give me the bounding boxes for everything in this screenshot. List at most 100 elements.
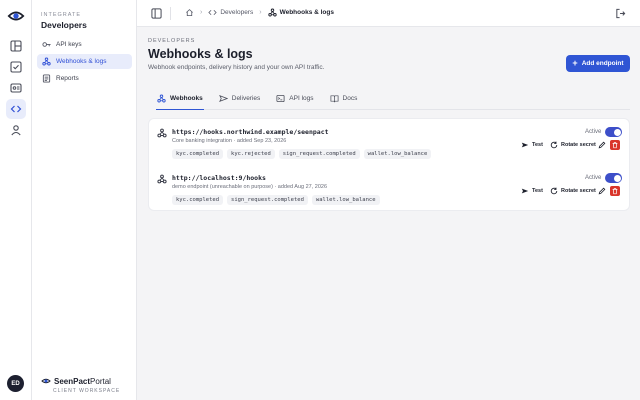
webhook-meta: demo endpoint (unreachable on purpose) ·… [172, 184, 328, 190]
delete-button[interactable] [610, 140, 620, 150]
status-label: Active [585, 175, 602, 181]
nav-item-label: API keys [56, 41, 82, 48]
webhook-row: http://localhost:9/hooks demo endpoint (… [149, 165, 631, 209]
nav-item-webhooks-logs[interactable]: Webhooks & logs [37, 54, 132, 69]
test-button[interactable]: Test [521, 187, 543, 195]
test-send-icon [521, 142, 529, 148]
webhook-url: https://hooks.northwind.example/seenpact [172, 128, 329, 136]
toolbar-divider [170, 7, 171, 20]
rail-dashboard-button[interactable] [6, 36, 26, 56]
delete-button[interactable] [610, 186, 620, 196]
top-bar: › Developers › Webhooks & logs [137, 0, 640, 27]
plus-icon: + [572, 58, 578, 68]
event-chip: wallet.low_balance [363, 149, 432, 159]
webhooks-card: https://hooks.northwind.example/seenpact… [148, 118, 630, 211]
code-icon [10, 105, 22, 113]
webhook-icon [267, 8, 277, 17]
page-subtitle: Webhook endpoints, delivery history and … [148, 64, 325, 71]
key-icon [42, 42, 51, 47]
add-endpoint-label: Add endpoint [581, 60, 624, 67]
pencil-icon [598, 141, 606, 149]
rail-account-button[interactable] [6, 120, 26, 140]
send-icon [218, 95, 228, 102]
rotate-secret-button[interactable]: Rotate secret [550, 187, 596, 195]
webhook-row: https://hooks.northwind.example/seenpact… [149, 119, 631, 163]
nav-item-label: Webhooks & logs [56, 58, 107, 65]
report-icon [42, 74, 51, 83]
brand-name: SeenPact [54, 376, 91, 386]
logout-icon[interactable] [615, 8, 626, 19]
webhook-icon [157, 128, 167, 138]
rotate-label: Rotate secret [561, 142, 596, 148]
breadcrumb-label: Webhooks & logs [279, 9, 334, 16]
tab-bar: Webhooks Deliveries API logs Docs [156, 93, 630, 110]
nav-item-label: Reports [56, 75, 79, 82]
breadcrumb-webhooks-logs: Webhooks & logs [267, 8, 334, 17]
home-icon[interactable] [185, 8, 194, 17]
rotate-label: Rotate secret [561, 188, 596, 194]
dashboard-icon [10, 40, 22, 52]
sidebar-toggle-icon[interactable] [151, 8, 162, 19]
test-label: Test [532, 142, 543, 148]
event-chips: kyc.completed kyc.rejected sign_request.… [172, 149, 435, 159]
test-button[interactable]: Test [521, 141, 543, 149]
page-title: Webhooks & logs [148, 47, 253, 61]
event-chip: kyc.completed [172, 149, 224, 159]
chevron-right-icon: › [200, 9, 203, 16]
breadcrumb-developers[interactable]: Developers [208, 8, 253, 17]
status-label: Active [585, 129, 602, 135]
user-icon [11, 125, 21, 136]
webhook-icon [157, 174, 167, 184]
document-check-icon [10, 61, 22, 73]
developers-nav: INTEGRATE Developers API keys Webhooks &… [32, 0, 137, 400]
id-card-icon [10, 83, 22, 93]
test-label: Test [532, 188, 543, 194]
nav-section-title: Developers [41, 20, 87, 30]
nav-item-api-keys[interactable]: API keys [37, 37, 132, 52]
refresh-icon [550, 187, 558, 195]
chevron-right-icon: › [259, 9, 262, 16]
tab-label: API logs [289, 95, 314, 102]
tab-deliveries[interactable]: Deliveries [218, 93, 262, 110]
tab-api-logs[interactable]: API logs [275, 93, 314, 110]
code-icon [208, 9, 218, 16]
breadcrumb: › Developers › Webhooks & logs [185, 8, 334, 17]
refresh-icon [550, 141, 558, 149]
rotate-secret-button[interactable]: Rotate secret [550, 141, 596, 149]
brand-suffix: Portal [90, 376, 111, 386]
breadcrumb-label: Developers [220, 9, 254, 16]
event-chip: kyc.completed [172, 195, 224, 205]
event-chip: sign_request.completed [227, 195, 308, 205]
nav-section-eyebrow: INTEGRATE [41, 12, 82, 18]
eye-logo-icon[interactable] [7, 7, 25, 25]
event-chip: kyc.rejected [227, 149, 275, 159]
webhook-icon [42, 57, 51, 66]
brand-subtitle: CLIENT WORKSPACE [53, 388, 121, 394]
edit-button[interactable] [597, 140, 607, 150]
rail-documents-button[interactable] [6, 57, 26, 77]
eye-logo-icon [41, 378, 51, 384]
add-endpoint-button[interactable]: + Add endpoint [566, 55, 630, 72]
nav-item-reports[interactable]: Reports [37, 71, 132, 86]
rail-developers-button[interactable] [6, 99, 26, 119]
tab-label: Webhooks [170, 95, 203, 102]
event-chip: wallet.low_balance [311, 195, 380, 205]
webhook-meta: Core banking integration · added Sep 23,… [172, 138, 287, 144]
webhook-url: http://localhost:9/hooks [172, 174, 266, 182]
user-avatar[interactable]: ED [7, 375, 24, 392]
terminal-icon [276, 94, 285, 103]
book-icon [330, 95, 338, 103]
trash-icon [612, 188, 618, 195]
test-send-icon [521, 188, 529, 194]
rail-identity-button[interactable] [6, 78, 26, 98]
tab-webhooks[interactable]: Webhooks [156, 93, 204, 110]
tab-docs[interactable]: Docs [329, 93, 359, 110]
active-toggle[interactable] [605, 173, 622, 183]
event-chips: kyc.completed sign_request.completed wal… [172, 195, 384, 205]
tab-label: Docs [342, 95, 358, 102]
icon-rail: ED [0, 0, 32, 400]
brand-footer: SeenPact Portal CLIENT WORKSPACE [41, 376, 131, 394]
edit-button[interactable] [597, 186, 607, 196]
active-toggle[interactable] [605, 127, 622, 137]
event-chip: sign_request.completed [278, 149, 360, 159]
